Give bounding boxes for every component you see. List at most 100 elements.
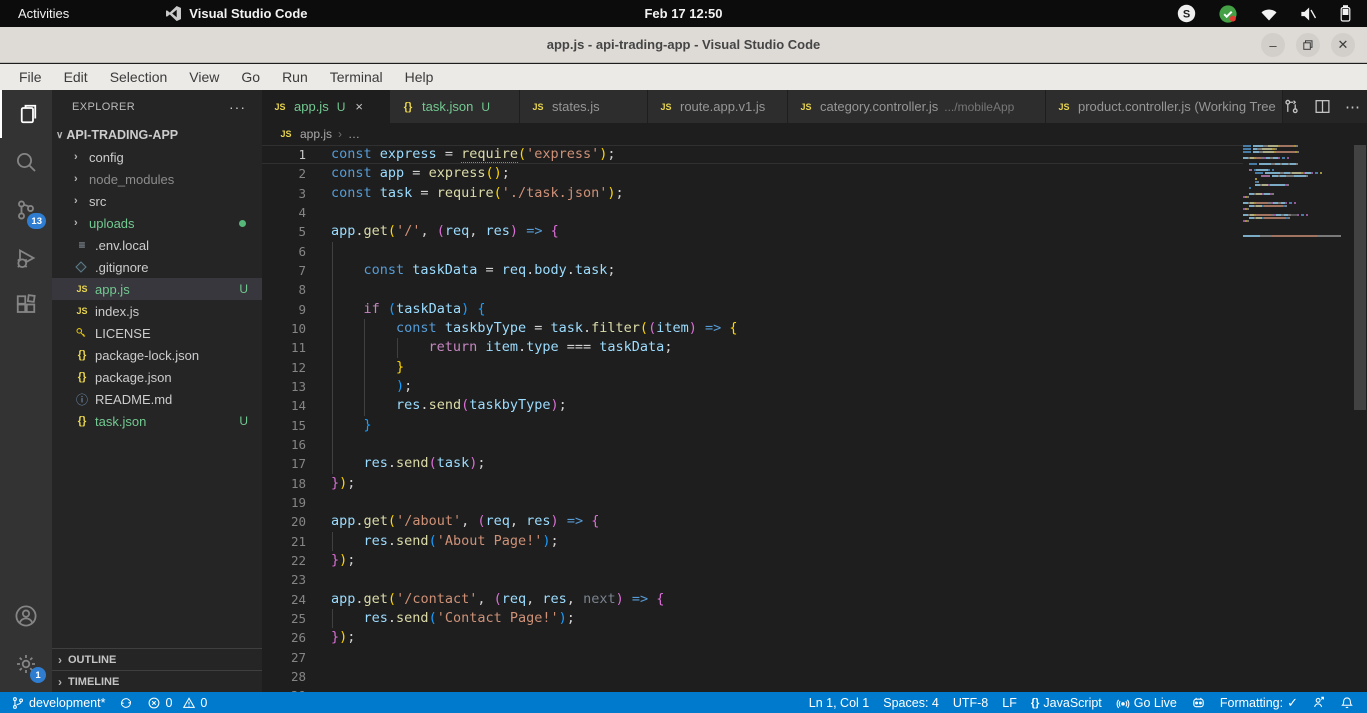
statusbar-feedback[interactable] [1305,692,1333,713]
close-button[interactable]: ✕ [1331,33,1355,57]
code-line-10[interactable]: 10 const taskbyType = task.filter((item)… [262,318,1367,339]
section-outline[interactable]: › OUTLINE [52,648,262,670]
section-timeline[interactable]: › TIMELINE [52,670,262,692]
line-number[interactable]: 27 [262,648,306,667]
statusbar-problems[interactable]: 00 [140,692,214,713]
tab-task.json[interactable]: {} task.json U [390,90,520,123]
code-line-6[interactable]: 6 [262,241,1367,261]
line-number[interactable]: 15 [262,416,306,435]
breadcrumb-symbol[interactable]: … [348,127,360,141]
menu-go[interactable]: Go [230,64,271,90]
code-line-7[interactable]: 7 const taskData = req.body.task; [262,260,1367,281]
statusbar-indentation[interactable]: Spaces: 4 [876,692,946,713]
menu-edit[interactable]: Edit [53,64,99,90]
line-number[interactable]: 9 [262,300,306,319]
menu-terminal[interactable]: Terminal [319,64,394,90]
statusbar-formatting[interactable]: Formatting: ✓ [1213,692,1305,713]
statusbar-eol[interactable]: LF [995,692,1024,713]
focused-app-indicator[interactable]: Visual Studio Code [165,5,308,22]
tree-item-package.json[interactable]: {} package.json [52,366,262,388]
line-number[interactable]: 12 [262,358,306,377]
code-line-18[interactable]: 18}); [262,474,1367,493]
line-number[interactable]: 5 [262,222,306,241]
breadcrumb[interactable]: JS app.js › … [262,123,1367,145]
code-line-22[interactable]: 22}); [262,551,1367,570]
code-line-9[interactable]: 9 if (taskData) { [262,299,1367,319]
activitybar-account[interactable] [0,592,52,640]
menu-help[interactable]: Help [394,64,445,90]
code-line-25[interactable]: 25 res.send('Contact Page!'); [262,608,1367,629]
code-line-21[interactable]: 21 res.send('About Page!'); [262,531,1367,551]
breadcrumb-file[interactable]: app.js [300,127,332,141]
more-actions-icon[interactable]: ⋯ [1345,98,1360,116]
line-number[interactable]: 28 [262,667,306,686]
volume-muted-icon[interactable] [1300,6,1318,21]
line-number[interactable]: 26 [262,628,306,647]
activitybar-search[interactable] [0,138,52,186]
code-line-4[interactable]: 4 [262,203,1367,222]
editor-scrollbar[interactable] [1353,145,1367,692]
line-number[interactable]: 25 [262,609,306,628]
line-number[interactable]: 1 [262,145,306,164]
code-line-17[interactable]: 17 res.send(task); [262,454,1367,474]
tab-category.controller.js[interactable]: JS category.controller.js .../mobileApp [788,90,1046,123]
tree-item-src[interactable]: › src [52,190,262,212]
menu-run[interactable]: Run [271,64,319,90]
line-number[interactable]: 18 [262,474,306,493]
code-line-27[interactable]: 27 [262,648,1367,667]
open-changes-icon[interactable] [1283,98,1300,115]
notification-check-icon[interactable] [1218,4,1238,24]
line-number[interactable]: 22 [262,551,306,570]
system-tray[interactable]: S [1177,4,1367,24]
line-number[interactable]: 19 [262,493,306,512]
line-number[interactable]: 8 [262,280,306,299]
code-line-5[interactable]: 5 app.get('/', (req, res) => { [262,222,1367,241]
tree-item-package-lock.json[interactable]: {} package-lock.json [52,344,262,366]
line-number[interactable]: 14 [262,396,306,415]
statusbar-encoding[interactable]: UTF-8 [946,692,995,713]
tree-item-config[interactable]: › config [52,146,262,168]
minimap[interactable] [1243,145,1353,692]
tree-item-.gitignore[interactable]: .gitignore [52,256,262,278]
menu-file[interactable]: File [8,64,53,90]
menu-selection[interactable]: Selection [99,64,179,90]
code-line-12[interactable]: 12 } [262,357,1367,377]
menu-view[interactable]: View [178,64,230,90]
code-line-14[interactable]: 14 res.send(taskbyType); [262,396,1367,416]
statusbar-sync[interactable] [112,692,140,713]
line-number[interactable]: 4 [262,203,306,222]
statusbar-notifications[interactable] [1333,692,1361,713]
line-number[interactable]: 24 [262,590,306,609]
minimize-button[interactable]: – [1261,33,1285,57]
statusbar-cursor-position[interactable]: Ln 1, Col 1 [802,692,876,713]
line-number[interactable]: 7 [262,261,306,280]
line-number[interactable]: 11 [262,338,306,357]
line-number[interactable]: 17 [262,454,306,473]
code-line-11[interactable]: 11 return item.type === taskData; [262,338,1367,358]
restore-button[interactable] [1296,33,1320,57]
line-number[interactable]: 16 [262,435,306,454]
tab-route.app.v1.js[interactable]: JS route.app.v1.js [648,90,788,123]
tree-item-app.js[interactable]: JS app.js U [52,278,262,300]
activitybar-extensions[interactable] [0,282,52,330]
code-line-26[interactable]: 26}); [262,628,1367,647]
code-line-24[interactable]: 24 app.get('/contact', (req, res, next) =… [262,590,1367,609]
statusbar-extension-robot[interactable] [1184,692,1213,713]
wifi-icon[interactable] [1260,7,1278,21]
activitybar-source-control[interactable]: 13 [0,186,52,234]
tree-root-folder[interactable]: ∨ API-TRADING-APP [52,124,262,146]
tree-item-node_modules[interactable]: › node_modules [52,168,262,190]
scrollbar-thumb[interactable] [1354,145,1366,410]
code-line-19[interactable]: 19 [262,493,1367,512]
code-line-13[interactable]: 13 ); [262,376,1367,397]
line-number[interactable]: 23 [262,570,306,589]
code-line-28[interactable]: 28 [262,667,1367,686]
tab-close-icon[interactable]: × [355,99,363,114]
line-number[interactable]: 2 [262,164,306,183]
line-number[interactable]: 10 [262,319,306,338]
activitybar-settings[interactable]: 1 [0,640,52,688]
line-number[interactable]: 13 [262,377,306,396]
tree-item-uploads[interactable]: › uploads [52,212,262,234]
battery-icon[interactable] [1340,5,1351,22]
activities-button[interactable]: Activities [0,0,87,27]
